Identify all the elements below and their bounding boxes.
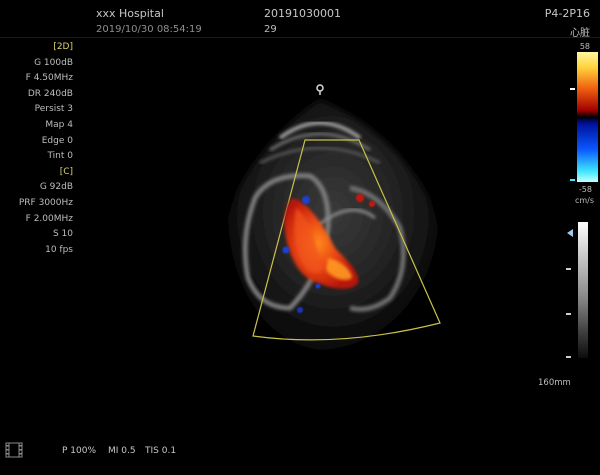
color-scale-unit: cm/s <box>574 196 594 205</box>
ultrasound-image[interactable] <box>200 78 460 378</box>
section-2d-label: [2D] <box>53 42 73 52</box>
color-velocity-bar <box>577 52 598 182</box>
exam-datetime: 2019/10/30 08:54:19 <box>96 24 202 35</box>
cine-film-icon[interactable] <box>5 442 23 458</box>
probe-name: P4-2P16 <box>544 7 590 20</box>
color-baseline-tick <box>570 88 575 90</box>
param-persist: Persist 3 <box>34 104 73 115</box>
mechanical-index: MI 0.5 <box>108 446 136 456</box>
depth-tick <box>566 268 571 270</box>
param-edge: Edge 0 <box>41 135 73 146</box>
doppler-flow-blue <box>302 196 310 204</box>
section-color-label: [C] <box>59 166 73 177</box>
color-scale-max: 58 <box>579 42 590 51</box>
param-prf: PRF 3000Hz <box>18 197 73 208</box>
thermal-index: TIS 0.1 <box>145 446 177 456</box>
depth-tick <box>566 356 571 358</box>
output-power: P 100% <box>62 446 97 456</box>
param-map: Map 4 <box>45 119 73 130</box>
orientation-marker <box>316 84 324 92</box>
depth-tick <box>566 313 571 315</box>
param-gain-color: G 92dB <box>39 182 73 193</box>
param-s: S 10 <box>52 229 73 240</box>
param-gain-2d: G 100dB <box>34 57 73 68</box>
frame-number: 29 <box>264 24 277 35</box>
param-dynamic-range: DR 240dB <box>27 88 73 99</box>
patient-id: 20191030001 <box>264 7 341 20</box>
depth-label: 160mm <box>538 378 571 388</box>
color-scale-tick-lower <box>570 179 575 181</box>
color-scale-min: -58 <box>578 185 592 194</box>
imaging-parameters: [2D] G 100dB F 4.50MHz DR 240dB Persist … <box>0 40 73 258</box>
focus-marker-icon[interactable] <box>567 229 573 237</box>
param-frequency-2d: F 4.50MHz <box>25 73 73 84</box>
hospital-name: xxx Hospital <box>96 7 164 20</box>
param-frequency-color: F 2.00MHz <box>25 213 73 224</box>
header-divider <box>0 37 600 38</box>
param-tint: Tint 0 <box>47 151 73 162</box>
param-fps: 10 fps <box>45 244 73 255</box>
grayscale-map-bar <box>578 222 588 358</box>
